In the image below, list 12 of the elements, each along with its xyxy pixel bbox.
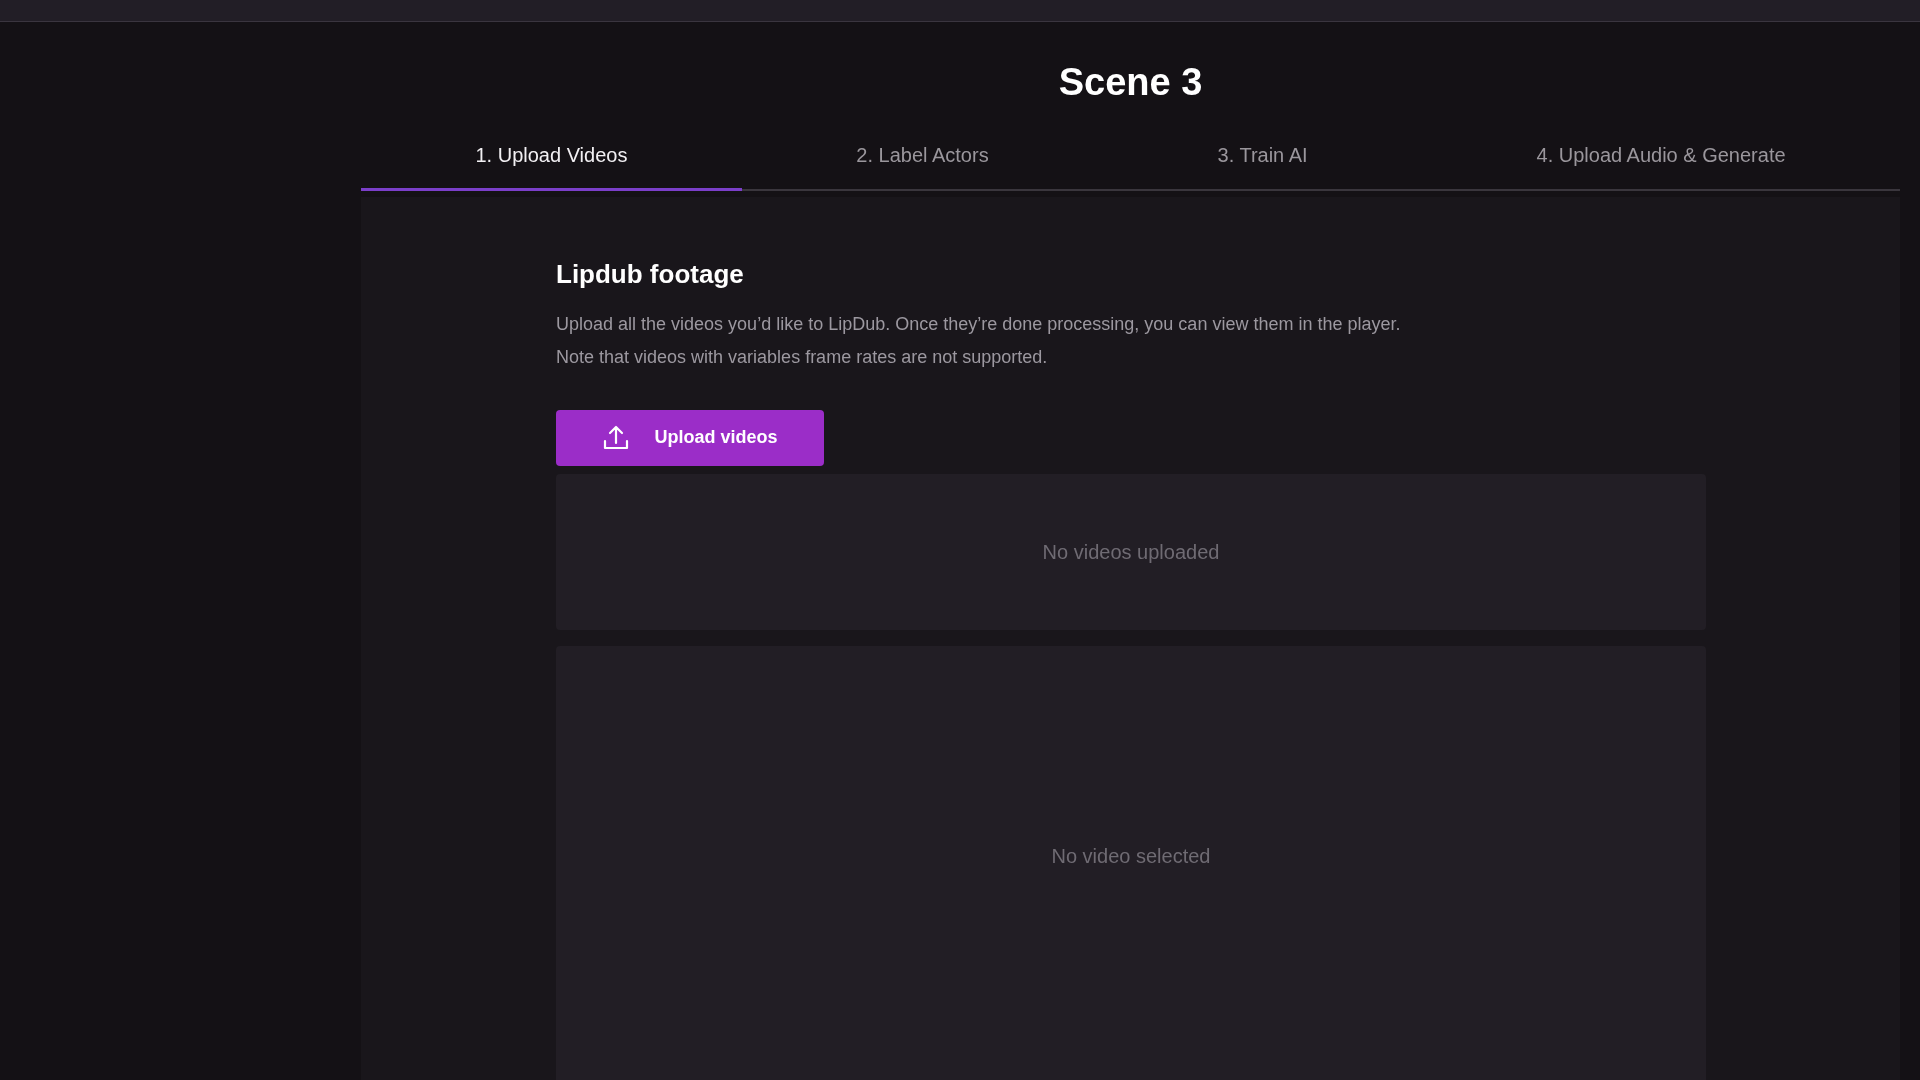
page-title: Scene 3 bbox=[1057, 60, 1204, 105]
section-heading: Lipdub footage bbox=[556, 257, 745, 291]
empty-message: No videos uploaded bbox=[1042, 539, 1220, 565]
description-text: Upload all the videos you’d like to LipDub. Once they’re done processing, you can view them in the player. bbox=[556, 312, 1402, 336]
step-tab[interactable]: 3. Train AI bbox=[1103, 127, 1423, 191]
step-tab[interactable]: 1. Upload Videos bbox=[361, 127, 742, 191]
upload-videos-button[interactable]: Upload videos bbox=[556, 409, 824, 466]
step-tab[interactable]: 4. Upload Audio & Generate bbox=[1422, 127, 1901, 191]
description-text: Note that videos with variables frame rates are not supported. bbox=[556, 345, 1049, 369]
step-tab[interactable]: 2. Label Actors bbox=[741, 127, 1104, 191]
empty-message: No video selected bbox=[1051, 843, 1211, 869]
upload-icon bbox=[602, 423, 631, 452]
